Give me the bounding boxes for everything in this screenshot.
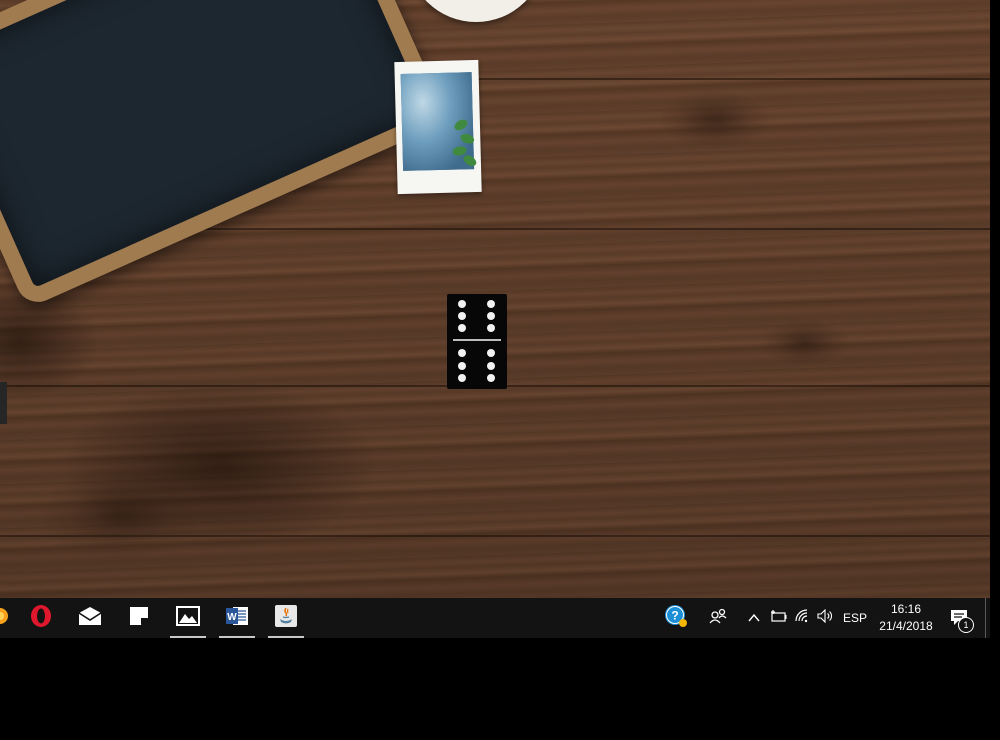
firefox-icon [0, 606, 10, 631]
tray-show-hidden-icons[interactable] [744, 598, 764, 638]
domino-pip [458, 374, 466, 382]
domino-pip [487, 312, 495, 320]
domino-pip [487, 374, 495, 382]
domino-pip [458, 362, 466, 370]
tray-action-center[interactable]: 1 [944, 598, 974, 638]
tray-clock[interactable]: 16:16 21/4/2018 [872, 601, 940, 635]
battery-icon [769, 609, 787, 628]
coffee-cup-decoration [408, 0, 544, 22]
domino-divider [453, 339, 501, 341]
tray-language[interactable]: ESP [840, 598, 870, 638]
domino-pip [487, 349, 495, 357]
taskbar: W ? ESP 16:16 21/4/2018 1 [0, 598, 990, 638]
below-taskbar-black-area [0, 638, 1000, 740]
notification-count-badge: 1 [958, 617, 974, 633]
sticky-notes-icon [129, 606, 149, 631]
tray-people[interactable] [704, 598, 732, 638]
domino-pip [458, 349, 466, 357]
polaroid-photo-decoration [394, 59, 482, 195]
domino-pip [458, 324, 466, 332]
taskbar-app-word[interactable]: W [217, 598, 257, 638]
svg-text:?: ? [671, 608, 678, 622]
taskbar-app-firefox[interactable] [0, 598, 20, 638]
taskbar-app-photos[interactable] [168, 598, 208, 638]
word-icon: W [225, 605, 249, 632]
opera-icon [29, 604, 53, 633]
taskbar-app-mail[interactable] [70, 598, 110, 638]
volume-icon [817, 608, 835, 628]
wifi-icon [795, 608, 811, 628]
taskbar-app-opera[interactable] [21, 598, 61, 638]
show-desktop-button[interactable] [985, 598, 991, 638]
desktop-screen: W ? ESP 16:16 21/4/2018 1 [0, 0, 1000, 740]
photos-icon [176, 605, 200, 631]
mail-icon [78, 606, 102, 631]
tray-help[interactable]: ? [662, 598, 690, 638]
domino-tile[interactable] [447, 294, 507, 389]
chevron-up-icon [748, 609, 760, 627]
domino-pip [487, 324, 495, 332]
chalkboard-decoration [0, 0, 449, 309]
tray-volume[interactable] [815, 598, 837, 638]
taskbar-app-java[interactable] [266, 598, 306, 638]
offscreen-object [0, 382, 7, 424]
domino-pip [458, 312, 466, 320]
domino-pip [487, 362, 495, 370]
domino-pip [487, 300, 495, 308]
notification-icon: 1 [948, 607, 974, 633]
clock-time: 16:16 [890, 602, 922, 616]
svg-text:W: W [227, 612, 237, 623]
java-icon [274, 604, 298, 633]
language-indicator: ESP [842, 611, 867, 625]
taskbar-app-sticky-notes[interactable] [119, 598, 159, 638]
clock-date: 21/4/2018 [879, 619, 933, 633]
tray-network[interactable] [792, 598, 814, 638]
desktop-wallpaper[interactable] [0, 0, 990, 598]
domino-pip [458, 300, 466, 308]
tray-battery[interactable] [766, 598, 790, 638]
people-icon [709, 608, 727, 629]
screen-right-border [990, 0, 1000, 598]
help-icon: ? [664, 604, 688, 633]
